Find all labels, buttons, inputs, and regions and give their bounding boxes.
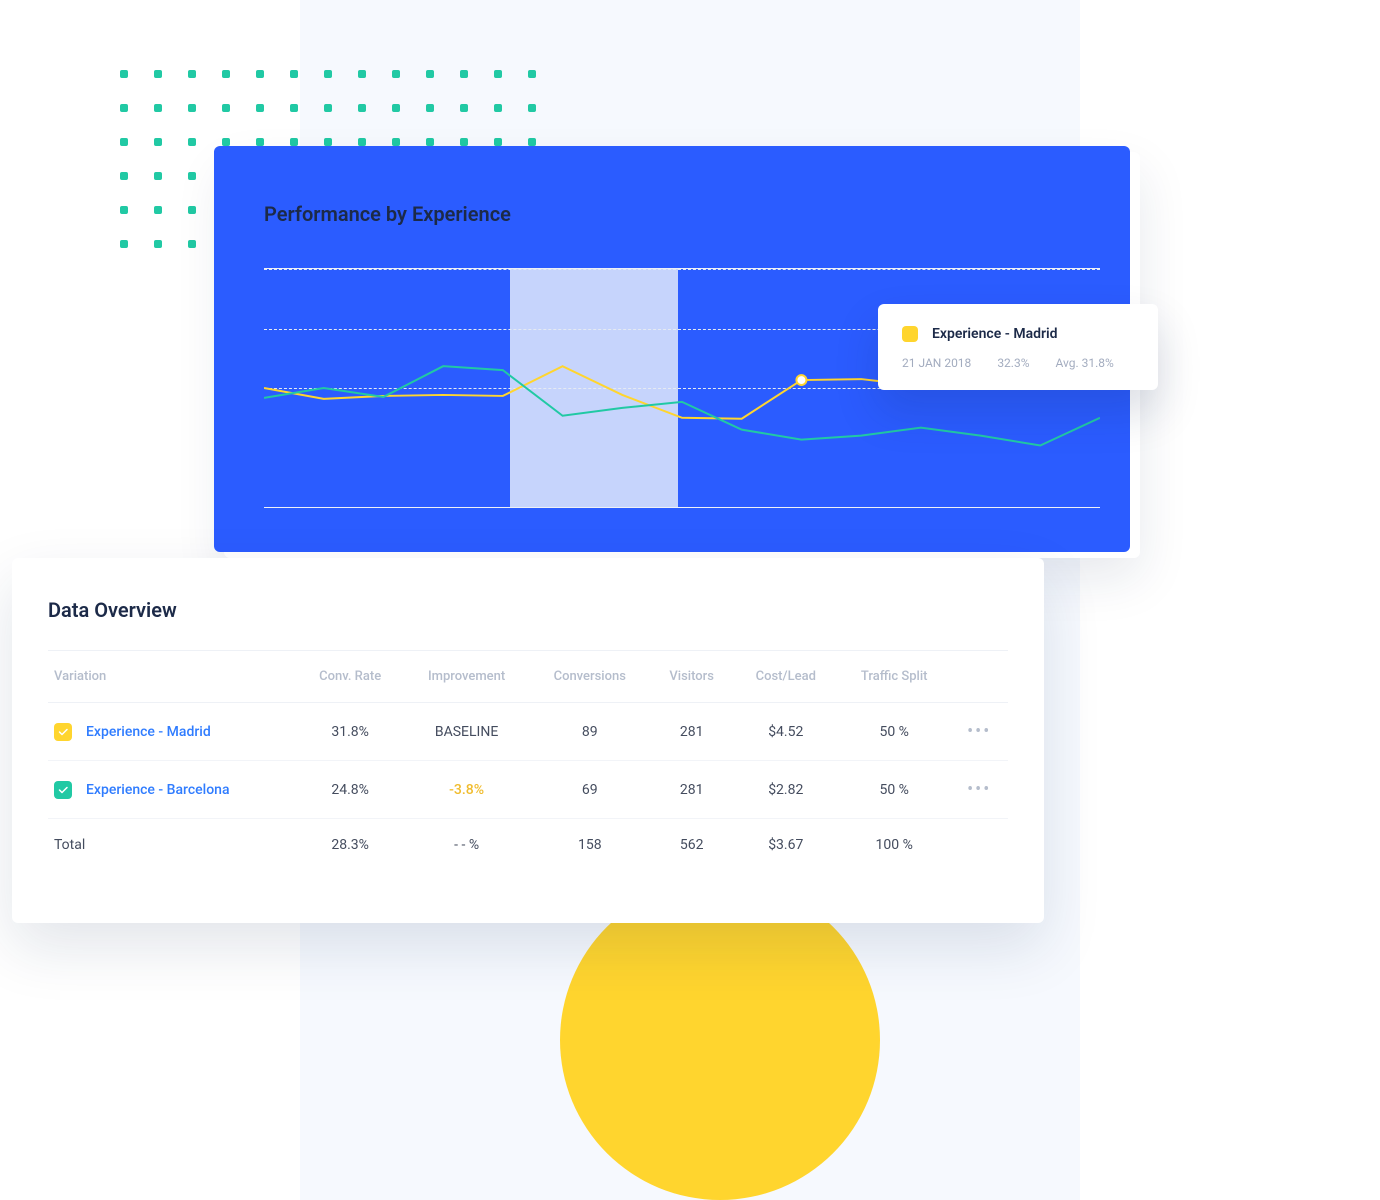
cell-cost-lead: $2.82 bbox=[734, 761, 838, 819]
col-conversions: Conversions bbox=[530, 651, 650, 703]
cell-conversions: 69 bbox=[530, 761, 650, 819]
tooltip-value: 32.3% bbox=[997, 356, 1029, 370]
table-total-row: Total28.3%- - %158562$3.67100 % bbox=[48, 819, 1008, 872]
data-overview-card: Data Overview Variation Conv. Rate Impro… bbox=[12, 558, 1044, 923]
chart-tooltip: Experience - Madrid 21 JAN 2018 32.3% Av… bbox=[878, 304, 1158, 390]
table-row: Experience - Madrid 31.8%BASELINE89281$4.… bbox=[48, 703, 1008, 761]
cell-improvement: BASELINE bbox=[403, 703, 529, 761]
more-icon[interactable]: ••• bbox=[967, 779, 991, 800]
table-header-row: Variation Conv. Rate Improvement Convers… bbox=[48, 651, 1008, 703]
data-overview-title: Data Overview bbox=[48, 598, 1008, 622]
decor-yellow-circle bbox=[560, 880, 880, 1200]
cell-conv-rate: 28.3% bbox=[297, 819, 404, 872]
cell-traffic-split: 50 % bbox=[838, 761, 951, 819]
cell-traffic-split: 100 % bbox=[838, 819, 951, 872]
col-improvement: Improvement bbox=[403, 651, 529, 703]
col-variation: Variation bbox=[48, 651, 297, 703]
variation-link[interactable]: Experience - Barcelona bbox=[86, 782, 230, 798]
cell-visitors: 281 bbox=[650, 761, 734, 819]
col-cost-lead: Cost/Lead bbox=[734, 651, 838, 703]
cell-total-label: Total bbox=[48, 819, 297, 872]
cell-conversions: 158 bbox=[530, 819, 650, 872]
checkbox-icon[interactable] bbox=[54, 781, 72, 799]
cell-conv-rate: 24.8% bbox=[297, 761, 404, 819]
tooltip-avg: Avg. 31.8% bbox=[1056, 356, 1114, 370]
cell-cost-lead: $4.52 bbox=[734, 703, 838, 761]
checkbox-icon[interactable] bbox=[54, 723, 72, 741]
variation-link[interactable]: Experience - Madrid bbox=[86, 724, 211, 740]
performance-title: Performance by Experience bbox=[264, 202, 1100, 226]
data-overview-table: Variation Conv. Rate Improvement Convers… bbox=[48, 650, 1008, 871]
cell-traffic-split: 50 % bbox=[838, 703, 951, 761]
tooltip-swatch-icon bbox=[902, 326, 918, 342]
tooltip-date: 21 JAN 2018 bbox=[902, 356, 971, 370]
more-icon[interactable]: ••• bbox=[967, 721, 991, 742]
table-row: Experience - Barcelona 24.8%-3.8%69281$2.… bbox=[48, 761, 1008, 819]
cell-cost-lead: $3.67 bbox=[734, 819, 838, 872]
col-traffic-split: Traffic Split bbox=[838, 651, 951, 703]
tooltip-series-name: Experience - Madrid bbox=[932, 326, 1058, 342]
cell-conv-rate: 31.8% bbox=[297, 703, 404, 761]
col-visitors: Visitors bbox=[650, 651, 734, 703]
cell-improvement: -3.8% bbox=[403, 761, 529, 819]
cell-visitors: 562 bbox=[650, 819, 734, 872]
col-actions bbox=[950, 651, 1008, 703]
cell-improvement: - - % bbox=[403, 819, 529, 872]
cell-conversions: 89 bbox=[530, 703, 650, 761]
cell-visitors: 281 bbox=[650, 703, 734, 761]
col-conv-rate: Conv. Rate bbox=[297, 651, 404, 703]
chart-marker-icon bbox=[796, 375, 806, 385]
